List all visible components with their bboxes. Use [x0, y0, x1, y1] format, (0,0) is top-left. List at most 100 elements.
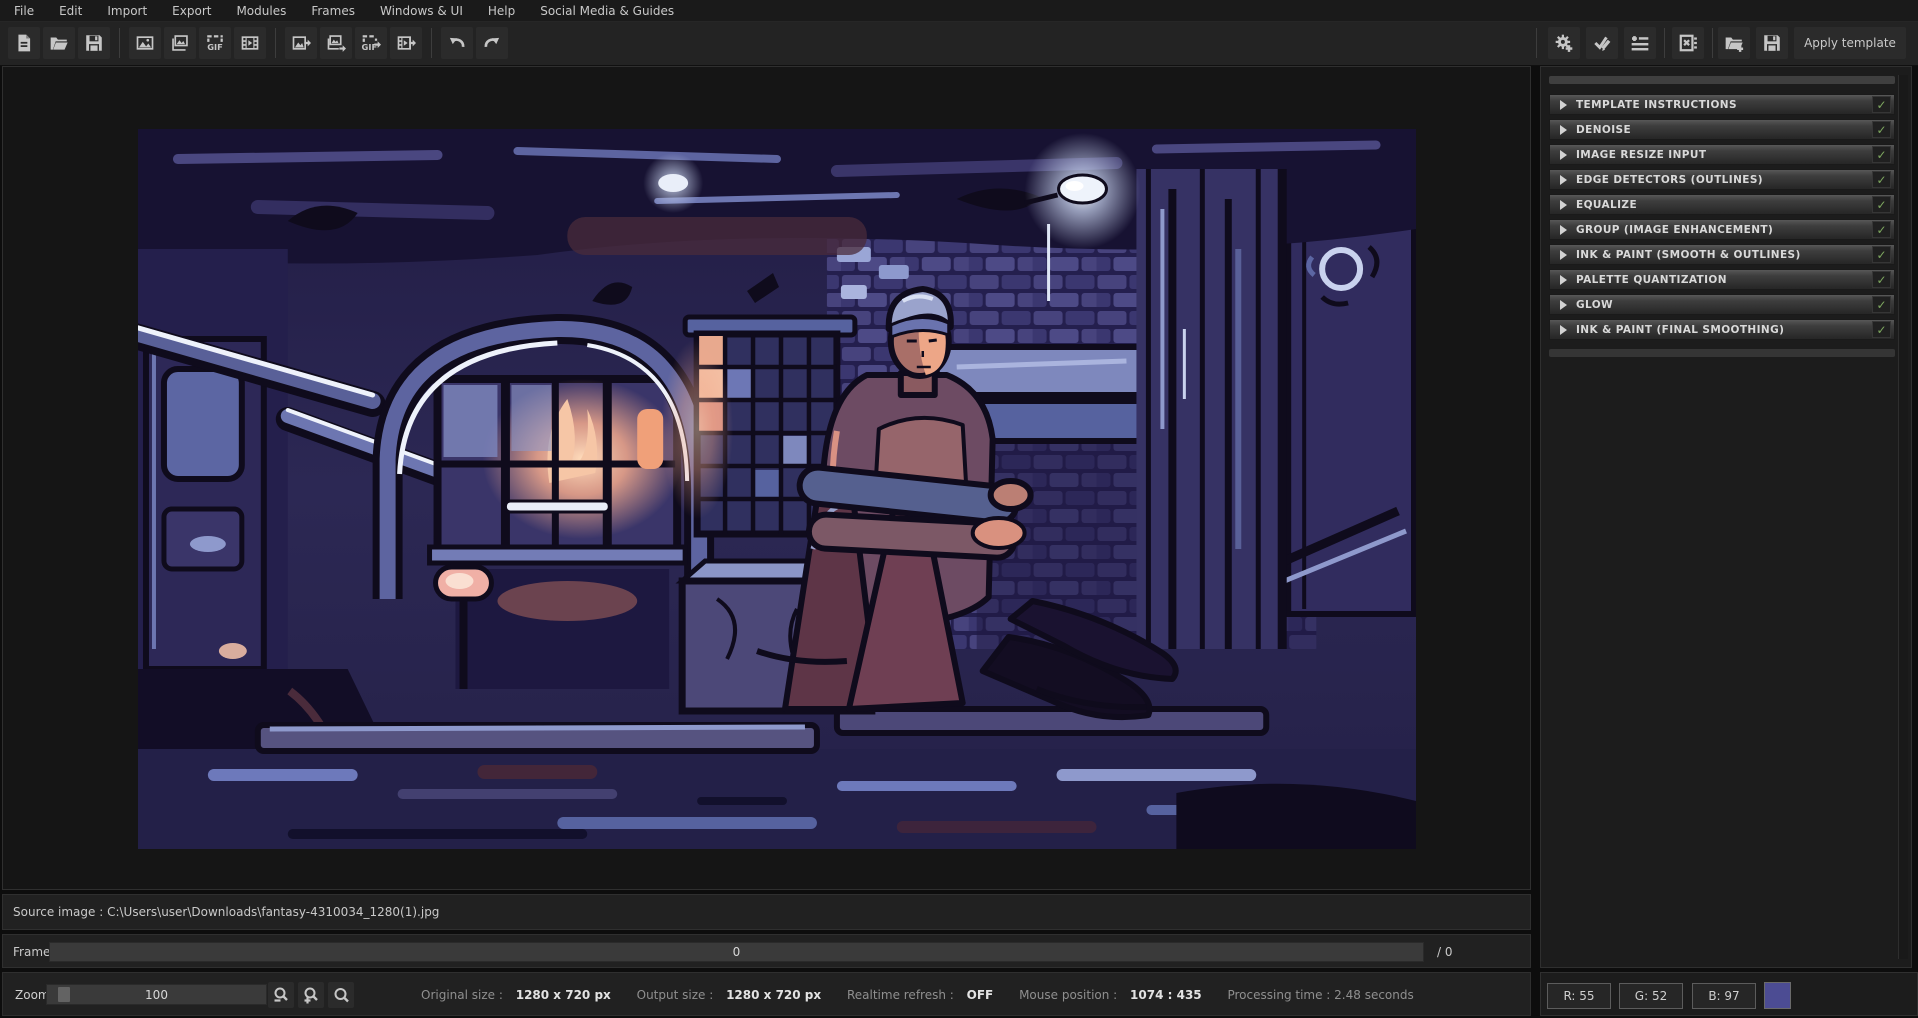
export-image-sequence-button[interactable]: [320, 27, 352, 59]
toolbar-separator: [1712, 28, 1713, 58]
module-list-button[interactable]: [1624, 27, 1656, 59]
load-template-button[interactable]: [1718, 27, 1750, 59]
import-image-sequence-icon: [170, 33, 190, 53]
expand-arrow-icon[interactable]: [1560, 325, 1567, 335]
menu-file[interactable]: File: [14, 4, 34, 18]
new-file-button[interactable]: [8, 27, 40, 59]
expand-arrow-icon[interactable]: [1560, 100, 1567, 110]
processing-time-text: Processing time : 2.48 seconds: [1227, 988, 1413, 1002]
save-template-icon: [1762, 33, 1782, 53]
import-image-button[interactable]: [129, 27, 161, 59]
source-image-bar: Source image : C:\Users\user\Downloads\f…: [2, 894, 1531, 930]
menu-windows-ui[interactable]: Windows & UI: [380, 4, 463, 18]
section-ink-paint-smooth-outlines[interactable]: INK & PAINT (SMOOTH & OUTLINES) ✓: [1549, 244, 1895, 265]
menu-social-media-guides[interactable]: Social Media & Guides: [540, 4, 674, 18]
toolbar: GIF GIF Apply template: [0, 22, 1918, 66]
import-image-sequence-button[interactable]: [164, 27, 196, 59]
section-enabled-checkbox[interactable]: ✓: [1872, 171, 1891, 188]
section-enabled-checkbox[interactable]: ✓: [1872, 196, 1891, 213]
section-enabled-checkbox[interactable]: ✓: [1872, 246, 1891, 263]
zoom-slider[interactable]: 100: [46, 984, 267, 1005]
import-video-icon: [240, 33, 260, 53]
export-gif-button[interactable]: GIF: [355, 27, 387, 59]
undo-button[interactable]: [441, 27, 473, 59]
zoom-in-icon: [302, 986, 320, 1004]
expand-arrow-icon[interactable]: [1560, 200, 1567, 210]
section-template-instructions[interactable]: TEMPLATE INSTRUCTIONS ✓: [1549, 94, 1895, 115]
section-enabled-checkbox[interactable]: ✓: [1872, 146, 1891, 163]
toolbar-separator: [431, 28, 432, 58]
expand-arrow-icon[interactable]: [1560, 125, 1567, 135]
output-size-value: 1280 x 720 px: [726, 988, 821, 1002]
menu-help[interactable]: Help: [488, 4, 515, 18]
picked-color-swatch: [1764, 982, 1791, 1009]
section-enabled-checkbox[interactable]: ✓: [1872, 296, 1891, 313]
panel-bottom-strip: [1549, 349, 1895, 357]
expand-arrow-icon[interactable]: [1560, 275, 1567, 285]
toolbar-separator: [1664, 28, 1665, 58]
zoom-label: Zoom: [15, 988, 50, 1002]
validate-template-button[interactable]: [1586, 27, 1618, 59]
original-size-label: Original size :: [421, 988, 503, 1002]
frame-slider[interactable]: 0: [49, 942, 1424, 962]
import-video-button[interactable]: [234, 27, 266, 59]
export-image-icon: [291, 33, 311, 53]
import-gif-button[interactable]: GIF: [199, 27, 231, 59]
menu-import[interactable]: Import: [107, 4, 147, 18]
section-enabled-checkbox[interactable]: ✓: [1872, 121, 1891, 138]
delete-template-button[interactable]: [1672, 27, 1704, 59]
blue-value-box: B: 97: [1692, 983, 1756, 1009]
save-template-button[interactable]: [1756, 27, 1788, 59]
realtime-refresh-label: Realtime refresh :: [847, 988, 954, 1002]
status-readouts: Original size : 1280 x 720 px Output siz…: [421, 988, 1414, 1002]
frame-value: 0: [733, 945, 741, 959]
color-readout-bar: R: 55 G: 52 B: 97: [1540, 972, 1918, 1016]
preview-image[interactable]: [138, 129, 1416, 849]
expand-arrow-icon[interactable]: [1560, 300, 1567, 310]
zoom-reset-button[interactable]: [328, 982, 354, 1008]
zoom-out-button[interactable]: [268, 982, 294, 1008]
canvas-panel[interactable]: [2, 66, 1531, 890]
green-value-box: G: 52: [1619, 983, 1683, 1009]
redo-button[interactable]: [476, 27, 508, 59]
section-ink-paint-final-smoothing[interactable]: INK & PAINT (FINAL SMOOTHING) ✓: [1549, 319, 1895, 340]
menu-edit[interactable]: Edit: [59, 4, 82, 18]
section-enabled-checkbox[interactable]: ✓: [1872, 271, 1891, 288]
menu-bar: File Edit Import Export Modules Frames W…: [0, 0, 1918, 22]
menu-export[interactable]: Export: [172, 4, 211, 18]
realtime-refresh-value: OFF: [967, 988, 994, 1002]
expand-arrow-icon[interactable]: [1560, 250, 1567, 260]
menu-frames[interactable]: Frames: [311, 4, 355, 18]
toolbar-separator: [119, 28, 120, 58]
section-group-image-enhancement[interactable]: GROUP (IMAGE ENHANCEMENT) ✓: [1549, 219, 1895, 240]
section-enabled-checkbox[interactable]: ✓: [1872, 96, 1891, 113]
menu-modules[interactable]: Modules: [236, 4, 286, 18]
gear-plus-icon: [1554, 33, 1574, 53]
section-enabled-checkbox[interactable]: ✓: [1872, 321, 1891, 338]
section-palette-quantization[interactable]: PALETTE QUANTIZATION ✓: [1549, 269, 1895, 290]
section-image-resize-input[interactable]: IMAGE RESIZE INPUT ✓: [1549, 144, 1895, 165]
add-module-button[interactable]: [1548, 27, 1580, 59]
original-size-value: 1280 x 720 px: [516, 988, 611, 1002]
export-image-button[interactable]: [285, 27, 317, 59]
section-equalize[interactable]: EQUALIZE ✓: [1549, 194, 1895, 215]
folder-plus-icon: [1724, 33, 1744, 53]
panel-scrollbar[interactable]: [1898, 75, 1908, 959]
open-file-button[interactable]: [43, 27, 75, 59]
zoom-in-button[interactable]: [298, 982, 324, 1008]
zoom-reset-icon: [332, 986, 350, 1004]
export-video-button[interactable]: [390, 27, 422, 59]
toolbar-separator: [1536, 28, 1537, 58]
expand-arrow-icon[interactable]: [1560, 225, 1567, 235]
section-glow[interactable]: GLOW ✓: [1549, 294, 1895, 315]
expand-arrow-icon[interactable]: [1560, 175, 1567, 185]
section-denoise[interactable]: DENOISE ✓: [1549, 119, 1895, 140]
frame-bar: Frame 0 / 0: [2, 934, 1531, 968]
save-file-button[interactable]: [78, 27, 110, 59]
mouse-position-label: Mouse position :: [1019, 988, 1117, 1002]
expand-arrow-icon[interactable]: [1560, 150, 1567, 160]
apply-template-button[interactable]: Apply template: [1794, 27, 1906, 59]
zoom-out-icon: [272, 986, 290, 1004]
section-edge-detectors[interactable]: EDGE DETECTORS (OUTLINES) ✓: [1549, 169, 1895, 190]
section-enabled-checkbox[interactable]: ✓: [1872, 221, 1891, 238]
